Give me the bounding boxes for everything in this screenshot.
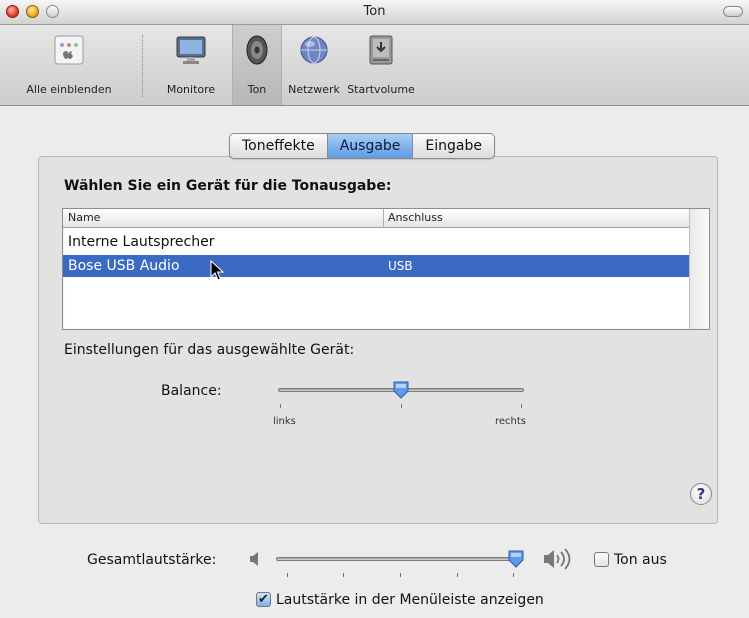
toolbar-label: Startvolume bbox=[347, 83, 415, 96]
tab-bar: Toneffekte Ausgabe Eingabe bbox=[229, 133, 495, 159]
volume-low-icon bbox=[250, 552, 258, 566]
table-header: Name Anschluss bbox=[63, 209, 689, 228]
globe-icon bbox=[300, 36, 328, 64]
toolbar-monitore[interactable]: Monitore bbox=[155, 25, 227, 105]
master-volume-slider-knob[interactable] bbox=[507, 549, 525, 569]
tab-eingabe[interactable]: Eingabe bbox=[413, 134, 494, 158]
show-volume-in-menubar-label: Lautstärke in der Menüleiste anzeigen bbox=[276, 592, 544, 608]
balance-tick-right bbox=[521, 404, 522, 408]
column-header-name[interactable]: Name bbox=[68, 211, 100, 224]
toolbar-label: Netzwerk bbox=[288, 83, 340, 96]
table-vertical-scrollbar[interactable] bbox=[689, 209, 709, 329]
table-row-selected[interactable]: Bose USB Audio USB bbox=[63, 255, 689, 277]
mute-label: Ton aus bbox=[614, 552, 667, 568]
tab-ausgabe[interactable]: Ausgabe bbox=[327, 134, 414, 158]
mute-checkbox[interactable] bbox=[594, 552, 609, 567]
window-title: Ton bbox=[363, 4, 386, 19]
balance-right-label: rechts bbox=[495, 416, 527, 427]
volume-tick bbox=[343, 573, 344, 577]
toolbar-label: Monitore bbox=[166, 83, 216, 96]
balance-label: Balance: bbox=[161, 383, 222, 399]
balance-left-label: links bbox=[273, 416, 296, 427]
volume-tick bbox=[513, 573, 514, 577]
device-name: Interne Lautsprecher bbox=[68, 234, 215, 250]
toolbar-ton[interactable]: Ton bbox=[232, 25, 282, 105]
toolbar-startvolume[interactable]: Startvolume bbox=[345, 25, 417, 105]
toolbar-separator bbox=[142, 35, 144, 97]
balance-slider-knob[interactable] bbox=[392, 380, 410, 400]
system-preferences-window: Ton Alle einblenden Monitore Ton Netzwer… bbox=[0, 0, 749, 618]
volume-tick bbox=[287, 573, 288, 577]
device-name: Bose USB Audio bbox=[68, 258, 180, 274]
table-row[interactable]: Interne Lautsprecher bbox=[63, 231, 689, 253]
output-device-heading: Wählen Sie ein Gerät für die Tonausgabe: bbox=[64, 178, 392, 194]
output-device-table[interactable]: Name Anschluss Interne Lautsprecher Bose… bbox=[62, 208, 710, 330]
toolbar-show-all[interactable]: Alle einblenden bbox=[0, 25, 138, 105]
title-bar: Ton bbox=[0, 0, 749, 25]
toolbar-label: Ton bbox=[247, 83, 267, 96]
mouse-pointer-icon bbox=[210, 260, 224, 281]
column-divider bbox=[383, 209, 384, 227]
monitor-icon bbox=[176, 36, 206, 64]
device-connection: USB bbox=[388, 259, 413, 273]
tab-toneffekte[interactable]: Toneffekte bbox=[230, 134, 328, 158]
speaker-icon bbox=[246, 35, 268, 65]
toolbar-toggle-button[interactable] bbox=[723, 6, 743, 17]
volume-high-icon bbox=[544, 548, 571, 570]
apple-grid-icon bbox=[54, 35, 84, 65]
hard-drive-icon bbox=[369, 35, 393, 65]
show-volume-in-menubar-checkbox[interactable]: ✔ bbox=[256, 592, 271, 607]
master-volume-slider[interactable] bbox=[276, 557, 516, 561]
column-header-connection[interactable]: Anschluss bbox=[388, 211, 443, 224]
balance-tick-left bbox=[280, 404, 281, 408]
help-button[interactable]: ? bbox=[690, 483, 712, 505]
volume-tick bbox=[400, 573, 401, 577]
preferences-toolbar: Alle einblenden Monitore Ton Netzwerk St… bbox=[0, 25, 749, 106]
volume-tick bbox=[457, 573, 458, 577]
toolbar-label: Alle einblenden bbox=[26, 83, 112, 96]
toolbar-netzwerk[interactable]: Netzwerk bbox=[283, 25, 345, 105]
device-settings-label: Einstellungen für das ausgewählte Gerät: bbox=[64, 342, 355, 358]
balance-tick-center bbox=[401, 404, 402, 408]
master-volume-label: Gesamtlautstärke: bbox=[87, 552, 217, 568]
